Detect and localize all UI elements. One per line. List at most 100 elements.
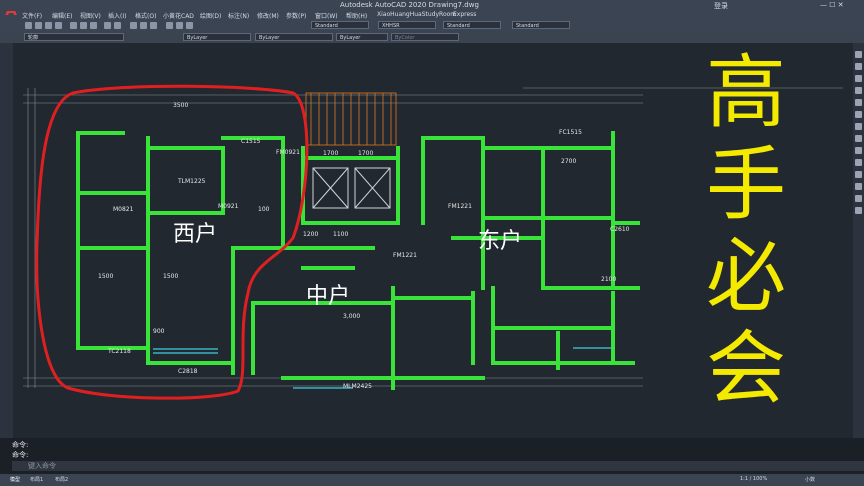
- annotation-scale[interactable]: 1:1 / 100%: [740, 476, 767, 482]
- tag-label: FM1221: [448, 203, 472, 210]
- room-label-middle: 中户: [306, 284, 350, 309]
- tag-label: C1515: [241, 138, 261, 145]
- linetype-dropdown[interactable]: ByLayer: [255, 33, 333, 41]
- title-bar: Autodesk AutoCAD 2020 Drawing7.dwg 登录 — …: [0, 0, 864, 11]
- tag-label: M0821: [113, 206, 134, 213]
- mleader-style-dropdown[interactable]: Standard: [512, 21, 570, 29]
- menu-help[interactable]: 帮助(H): [346, 11, 367, 20]
- status-bar: 模型 布局1 布局2 1:1 / 100% 小数: [0, 474, 864, 486]
- user-login[interactable]: 登录: [714, 1, 728, 11]
- dim-label: 1200: [303, 231, 318, 238]
- new-icon[interactable]: [25, 22, 32, 29]
- copy-icon[interactable]: [80, 22, 87, 29]
- tab-layout1[interactable]: 布局1: [30, 476, 43, 483]
- save-icon[interactable]: [45, 22, 52, 29]
- overlay-char: 会: [706, 322, 786, 415]
- menu-studyroom[interactable]: XiaoHuangHuaStudyRoom: [377, 11, 456, 18]
- command-placeholder: 键入命令: [28, 462, 56, 470]
- mirror-icon[interactable]: [855, 111, 862, 118]
- open-icon[interactable]: [35, 22, 42, 29]
- undo-icon[interactable]: [104, 22, 111, 29]
- tag-label: FM1221: [393, 252, 417, 259]
- properties-bar: 轮廓 ByLayer ByLayer ByLayer ByColor: [0, 31, 864, 43]
- dim-style-dropdown[interactable]: XHHSR: [378, 21, 436, 29]
- redo-icon[interactable]: [114, 22, 121, 29]
- command-history-line: 命令:: [12, 451, 29, 459]
- units-indicator[interactable]: 小数: [805, 476, 815, 483]
- menu-window[interactable]: 窗口(W): [315, 11, 338, 20]
- cut-icon[interactable]: [70, 22, 77, 29]
- elevators: [312, 167, 391, 209]
- stair: [305, 92, 397, 146]
- table-style-dropdown[interactable]: Standard: [443, 21, 501, 29]
- design-center-icon[interactable]: [176, 22, 183, 29]
- offset-icon[interactable]: [855, 123, 862, 130]
- plotstyle-dropdown[interactable]: ByColor: [391, 33, 459, 41]
- command-input[interactable]: 键入命令: [12, 461, 864, 471]
- tag-label: TLM1225: [177, 178, 206, 185]
- dim-label: 1500: [163, 273, 178, 280]
- stretch-icon[interactable]: [855, 183, 862, 190]
- color-dropdown[interactable]: ByLayer: [183, 33, 251, 41]
- rotate-icon[interactable]: [855, 159, 862, 166]
- showmotion-icon[interactable]: [855, 87, 862, 94]
- text-style-dropdown[interactable]: Standard: [311, 21, 369, 29]
- overlay-char: 高: [706, 46, 786, 139]
- menu-edit[interactable]: 编辑(E): [52, 11, 72, 20]
- menu-express[interactable]: Express: [453, 11, 476, 18]
- drawing-canvas[interactable]: 3500 1700 1700 1500 1500 900 3,000 1200 …: [13, 43, 853, 438]
- extend-icon[interactable]: [855, 207, 862, 214]
- menu-modify[interactable]: 修改(M): [257, 11, 279, 20]
- dim-label: 1100: [333, 231, 348, 238]
- tag-label: FC1515: [559, 129, 582, 136]
- orbit-icon[interactable]: [855, 75, 862, 82]
- dim-label: 1700: [323, 150, 338, 157]
- menu-dimension[interactable]: 标注(N): [228, 11, 249, 20]
- nav-toolbar: [853, 43, 864, 438]
- copy-icon[interactable]: [855, 99, 862, 106]
- zoom-icon[interactable]: [140, 22, 147, 29]
- trim-icon[interactable]: [855, 195, 862, 202]
- dim-label: 3500: [173, 102, 188, 109]
- dim-label: 2700: [561, 158, 576, 165]
- menu-xhh-cad[interactable]: 小黄花CAD: [163, 11, 194, 20]
- paste-icon[interactable]: [90, 22, 97, 29]
- windows: [153, 347, 613, 389]
- dim-label: 2100: [601, 276, 616, 283]
- command-history-line: 命令:: [12, 441, 29, 449]
- menu-parameter[interactable]: 参数(P): [286, 11, 306, 20]
- dim-label: 3,000: [343, 313, 360, 320]
- print-icon[interactable]: [55, 22, 62, 29]
- lineweight-dropdown[interactable]: ByLayer: [336, 33, 388, 41]
- zoom-icon[interactable]: [855, 63, 862, 70]
- zoom-window-icon[interactable]: [150, 22, 157, 29]
- tag-label: M0921: [218, 203, 239, 210]
- properties-icon[interactable]: [166, 22, 173, 29]
- menu-bar: 文件(F) 编辑(E) 视图(V) 插入(I) 格式(O) 小黄花CAD 绘图(…: [22, 11, 864, 20]
- tab-model[interactable]: 模型: [10, 476, 20, 483]
- dim-label: 900: [153, 328, 165, 335]
- tag-label: C2610: [610, 226, 630, 233]
- menu-draw[interactable]: 绘图(D): [200, 11, 221, 20]
- pan-icon[interactable]: [130, 22, 137, 29]
- overlay-char: 手: [706, 138, 786, 231]
- menu-file[interactable]: 文件(F): [22, 11, 42, 20]
- command-window: 命令: 命令: 键入命令: [0, 438, 864, 474]
- menu-insert[interactable]: 插入(I): [108, 11, 126, 20]
- tab-layout2[interactable]: 布局2: [55, 476, 68, 483]
- dim-label: 1500: [98, 273, 113, 280]
- scale-icon[interactable]: [855, 171, 862, 178]
- overlay-char: 必: [706, 230, 786, 323]
- room-label-east: 东户: [478, 229, 522, 254]
- layer-dropdown[interactable]: 轮廓: [24, 33, 124, 41]
- pan-icon[interactable]: [855, 51, 862, 58]
- menu-format[interactable]: 格式(O): [135, 11, 156, 20]
- menu-view[interactable]: 视图(V): [80, 11, 101, 20]
- room-label-west: 西户: [173, 222, 217, 247]
- array-icon[interactable]: [855, 135, 862, 142]
- move-icon[interactable]: [855, 147, 862, 154]
- tool-palette-icon[interactable]: [186, 22, 193, 29]
- window-controls[interactable]: — ☐ ✕: [820, 1, 844, 9]
- tag-label: C2818: [178, 368, 198, 375]
- tag-label: FM0921: [276, 149, 300, 156]
